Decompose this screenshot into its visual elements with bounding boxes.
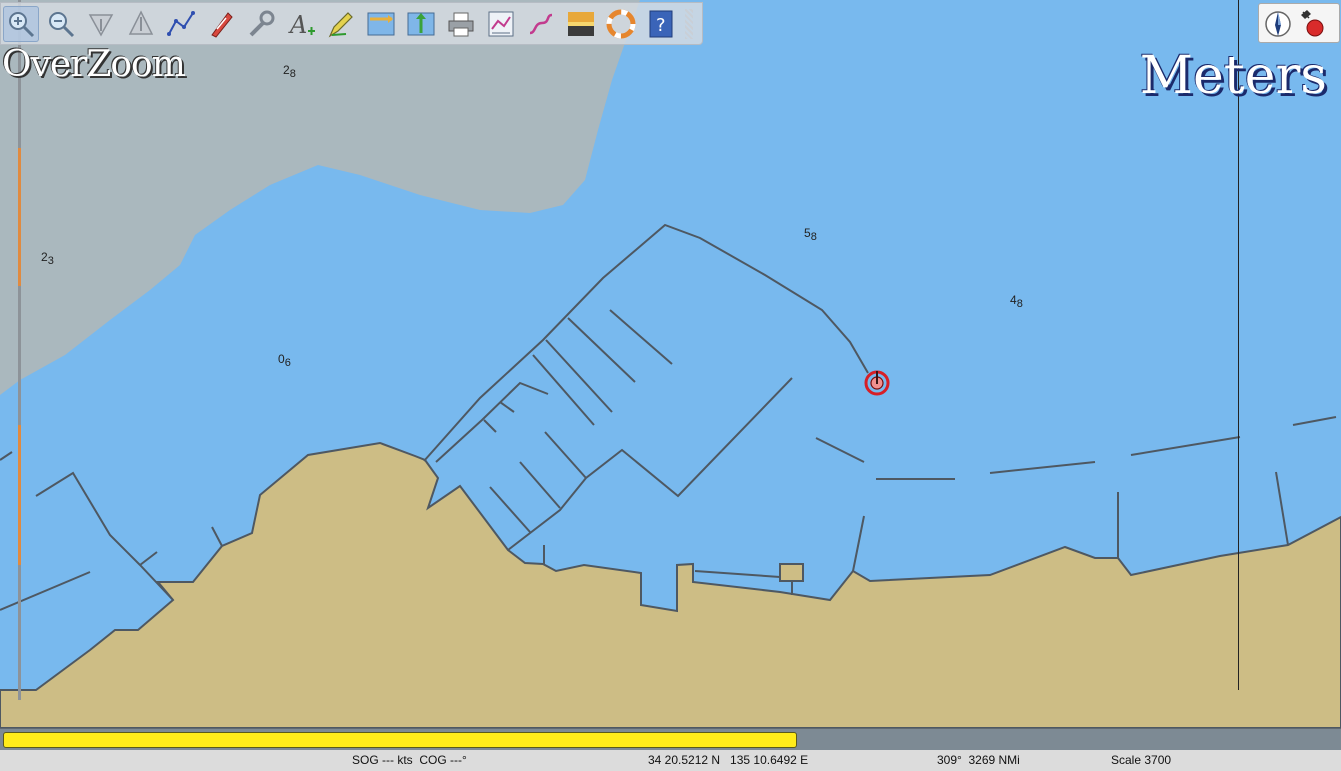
route-manager-button[interactable] — [483, 6, 519, 42]
bearing-distance-readout: 309° 3269 NMi — [937, 753, 1020, 767]
status-bar: SOG --- kts COG ---° 34 20.5212 N 135 10… — [0, 750, 1341, 771]
current-icon — [367, 12, 395, 35]
route-manager-icon — [488, 11, 514, 36]
help-icon: ? — [649, 10, 673, 37]
sounding: 48 — [1010, 293, 1023, 310]
tide-icon — [407, 12, 435, 35]
cursor-position-readout: 34 20.5212 N 135 10.6492 E — [648, 753, 809, 767]
chart-map[interactable] — [0, 0, 1341, 728]
chart-canvas[interactable]: OverZoom Meters 28 23 06 58 48 A ? — [0, 0, 1341, 728]
sog-cog-readout: SOG --- kts COG ---° — [352, 753, 467, 767]
auto-follow-button[interactable] — [203, 6, 239, 42]
sounding: 58 — [804, 226, 817, 243]
color-scheme-icon — [568, 11, 594, 36]
scale-out-icon — [128, 9, 154, 35]
color-scheme-button[interactable] — [563, 6, 599, 42]
harbour-lines — [0, 223, 1337, 611]
scale-readout: Scale 3700 — [1111, 753, 1172, 767]
zoom-in-icon — [9, 11, 35, 37]
wrench-icon — [249, 10, 275, 36]
pencil-icon — [328, 11, 353, 38]
scale-bar-fill[interactable] — [3, 732, 797, 748]
track-button[interactable] — [523, 6, 559, 42]
mob-button[interactable] — [603, 6, 639, 42]
printer-icon — [448, 12, 474, 36]
toolbar-grip[interactable] — [685, 8, 693, 39]
pier-structure — [779, 563, 804, 582]
main-toolbar: A ? — [0, 2, 703, 45]
print-button[interactable] — [443, 6, 479, 42]
track-icon — [529, 13, 553, 34]
create-route-button[interactable] — [163, 6, 199, 42]
svg-text:A: A — [288, 11, 307, 39]
sounding: 28 — [283, 63, 296, 80]
route-icon — [167, 10, 195, 36]
zoom-out-icon — [49, 11, 75, 37]
options-button[interactable] — [243, 6, 279, 42]
zoom-in-button[interactable] — [3, 5, 39, 42]
left-edge-orange-1 — [18, 148, 21, 286]
gps-signal-icon — [1301, 10, 1324, 37]
ownship-marker[interactable] — [864, 370, 890, 396]
tide-button[interactable] — [403, 6, 439, 42]
left-edge-orange-2 — [18, 425, 21, 565]
scale-out-button[interactable] — [123, 6, 159, 42]
lifebuoy-icon — [606, 9, 636, 38]
compass-icon — [1265, 11, 1291, 37]
sounding: 06 — [278, 352, 291, 369]
svg-text:?: ? — [656, 15, 666, 36]
current-button[interactable] — [363, 6, 399, 42]
compass-gps-status[interactable] — [1258, 3, 1340, 43]
chart-scale-bar[interactable] — [0, 728, 1341, 751]
text-button[interactable]: A — [283, 6, 319, 42]
ship-icon — [211, 11, 233, 38]
scale-in-button[interactable] — [83, 6, 119, 42]
overzoom-label: OverZoom — [2, 44, 186, 85]
units-label: Meters — [1139, 46, 1327, 106]
text-icon: A — [288, 11, 315, 39]
zoom-out-button[interactable] — [43, 6, 79, 42]
sounding: 23 — [41, 250, 54, 267]
tan-landmass — [0, 441, 1341, 728]
quilt-button[interactable] — [323, 6, 359, 42]
scale-in-icon — [88, 13, 114, 37]
help-button[interactable]: ? — [643, 6, 679, 42]
left-edge-line — [18, 0, 21, 700]
